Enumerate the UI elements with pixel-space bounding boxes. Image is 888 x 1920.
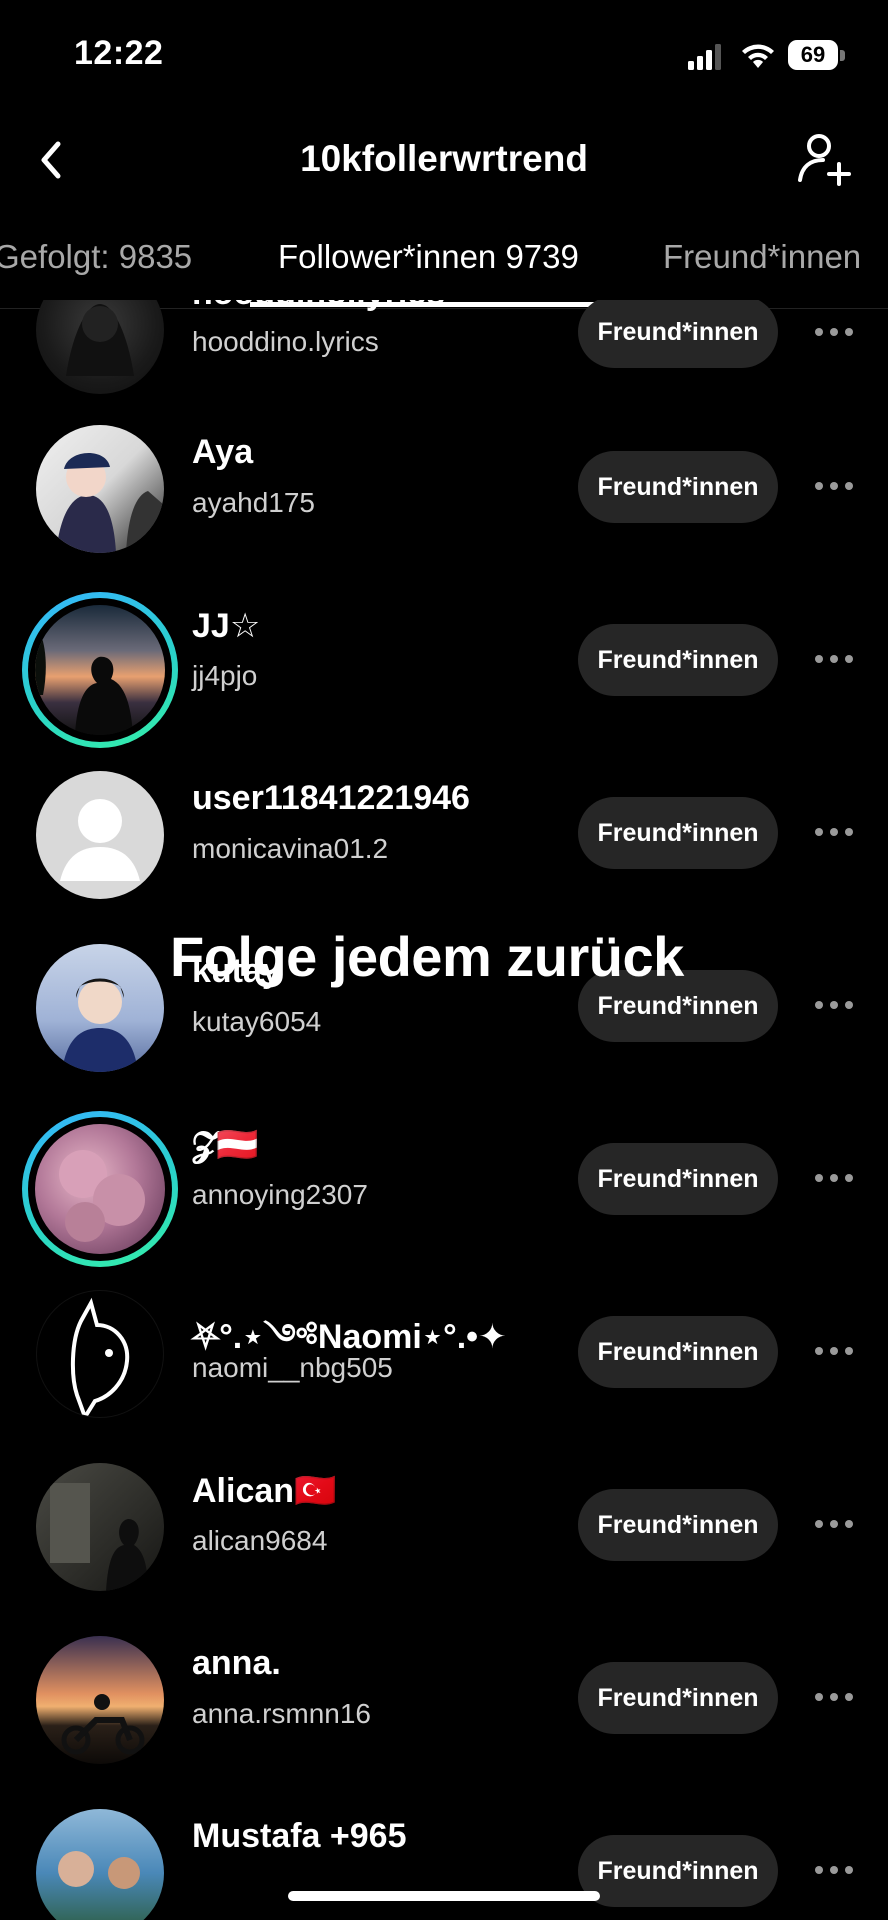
user-handle: alican9684 [192, 1525, 328, 1556]
list-item[interactable]: anna. anna.rsmnn16 Freund*innen [0, 1636, 888, 1823]
tab-following[interactable]: Gefolgt: 9835 [0, 238, 192, 276]
user-name[interactable]: Alican🇹🇷 [192, 1471, 336, 1511]
battery-tip [840, 50, 845, 61]
avatar-image [70, 1297, 130, 1417]
status-time: 12:22 [74, 34, 164, 72]
list-item[interactable]: hooddino.lyrics hooddino.lyrics Freund*i… [0, 300, 888, 439]
list-item[interactable]: JJ☆ jj4pjo Freund*innen [0, 592, 888, 785]
tab-friends[interactable]: Freund*innen [663, 238, 861, 276]
overlay-caption: Folge jedem zurück [170, 925, 684, 988]
list-item[interactable]: Aya ayahd175 Freund*innen [0, 425, 888, 612]
user-name[interactable]: JJ☆ [192, 606, 260, 646]
friends-button[interactable]: Freund*innen [578, 1143, 778, 1215]
user-handle: jj4pjo [192, 660, 258, 691]
avatar-story-ring[interactable] [22, 592, 178, 748]
friends-button[interactable]: Freund*innen [578, 300, 778, 368]
default-user-icon [60, 799, 140, 881]
user-handle: monicavina01.2 [192, 833, 389, 864]
list-item[interactable]: Alican🇹🇷 alican9684 Freund*innen [0, 1463, 888, 1650]
friends-button[interactable]: Freund*innen [578, 1489, 778, 1561]
user-handle: annoying2307 [192, 1179, 368, 1210]
avatar[interactable] [36, 1636, 164, 1764]
friends-button[interactable]: Freund*innen [578, 624, 778, 696]
avatar-image [61, 1694, 145, 1755]
avatar[interactable] [36, 1809, 164, 1920]
friends-button[interactable]: Freund*innen [578, 1316, 778, 1388]
user-name[interactable]: Mustafa +965 [192, 1817, 407, 1856]
more-options-icon[interactable] [815, 328, 855, 338]
avatar[interactable] [36, 300, 164, 394]
more-options-icon[interactable] [815, 1693, 855, 1703]
friends-button[interactable]: Freund*innen [578, 451, 778, 523]
tab-bar: Gefolgt: 9835 Follower*innen 9739 Freund… [0, 220, 888, 309]
avatar-image [66, 304, 134, 376]
avatar[interactable] [36, 425, 164, 553]
user-handle: ayahd175 [192, 487, 316, 518]
home-indicator[interactable] [288, 1891, 600, 1901]
avatar-image [35, 625, 133, 735]
friends-button[interactable]: Freund*innen [578, 1835, 778, 1907]
more-options-icon[interactable] [815, 1347, 855, 1357]
avatar [35, 605, 165, 735]
user-handle: anna.rsmnn16 [192, 1698, 372, 1729]
avatar-story-ring[interactable] [22, 1111, 178, 1267]
more-options-icon[interactable] [815, 1866, 855, 1876]
user-handle: naomi__nbg505 [192, 1352, 393, 1383]
avatar[interactable] [36, 1290, 164, 1418]
user-name[interactable]: user11841221946 [192, 779, 470, 818]
friends-button[interactable]: Freund*innen [578, 1662, 778, 1734]
avatar-image [62, 978, 138, 1072]
tab-followers[interactable]: Follower*innen 9739 [278, 238, 579, 276]
more-options-icon[interactable] [815, 828, 855, 838]
user-handle: hooddino.lyrics [192, 326, 379, 357]
user-name[interactable]: Aya [192, 433, 253, 472]
avatar-image [50, 1483, 148, 1591]
avatar-image [56, 452, 164, 553]
friends-button[interactable]: Freund*innen [578, 797, 778, 869]
more-options-icon[interactable] [815, 482, 855, 492]
avatar [35, 1124, 165, 1254]
more-options-icon[interactable] [815, 1520, 855, 1530]
avatar[interactable] [36, 944, 164, 1072]
list-item[interactable]: ⛧°.⋆༺Naomi⋆°.•✦ naomi__nbg505 Freund*inn… [0, 1290, 888, 1477]
user-handle: kutay6054 [192, 1006, 322, 1037]
list-item[interactable]: 𝓩🇦🇹 annoying2307 Freund*innen [0, 1111, 888, 1304]
battery-icon: 69 [788, 40, 846, 72]
user-name[interactable]: 𝓩🇦🇹 [192, 1125, 258, 1165]
cellular-signal-icon [688, 44, 721, 70]
follower-list[interactable]: hooddino.lyrics hooddino.lyrics Freund*i… [0, 300, 888, 1920]
page-title: 10kfollerwrtrend [300, 138, 588, 179]
status-bar: 12:22 69 [0, 0, 888, 110]
avatar-image [59, 1150, 145, 1242]
wifi-icon [742, 44, 774, 68]
more-options-icon[interactable] [815, 655, 855, 665]
user-name[interactable]: anna. [192, 1644, 281, 1683]
more-options-icon[interactable] [815, 1001, 855, 1011]
avatar-image [58, 1851, 140, 1889]
add-user-icon[interactable] [795, 130, 853, 188]
nav-bar: 10kfollerwrtrend [0, 110, 888, 210]
avatar[interactable] [36, 1463, 164, 1591]
list-item[interactable]: Mustafa +965 Freund*innen [0, 1809, 888, 1920]
more-options-icon[interactable] [815, 1174, 855, 1184]
avatar-placeholder[interactable] [36, 771, 164, 899]
battery-level: 69 [788, 40, 838, 70]
user-name[interactable]: hooddino.lyrics [192, 300, 445, 313]
